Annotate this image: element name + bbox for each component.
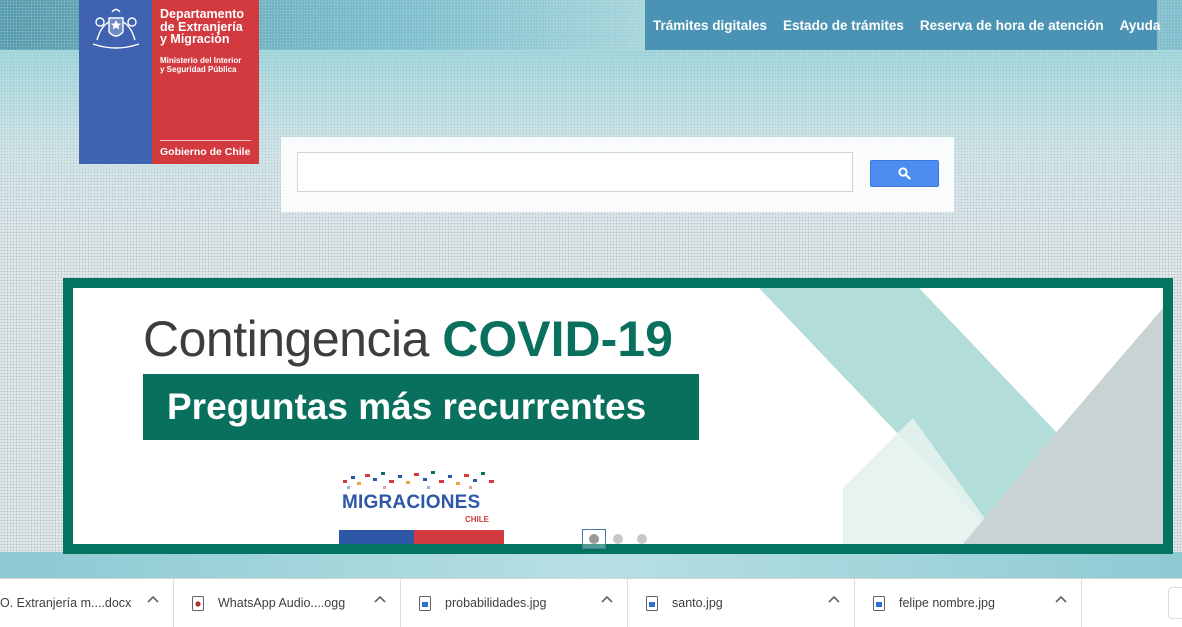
- migraciones-red-bar: [414, 530, 504, 544]
- banner-title-bold: COVID-19: [442, 311, 673, 367]
- logo-red-panel: Departamento de Extranjería y Migración …: [152, 0, 259, 164]
- chevron-up-icon[interactable]: [828, 595, 840, 605]
- download-item-1[interactable]: O. Extranjería m....docx: [0, 579, 174, 627]
- logo-ministry-line-1: Ministerio del Interior: [160, 56, 242, 65]
- search-icon: [898, 167, 911, 180]
- download-item-4-name: santo.jpg: [672, 596, 723, 610]
- carousel-dot-1[interactable]: [582, 529, 606, 549]
- chevron-up-icon[interactable]: [374, 595, 386, 605]
- download-item-5[interactable]: felipe nombre.jpg: [855, 579, 1082, 627]
- search-button[interactable]: [870, 160, 939, 187]
- download-item-1-name: O. Extranjería m....docx: [0, 596, 132, 610]
- download-item-2-name: WhatsApp Audio....ogg: [218, 596, 346, 610]
- logo-line-1: Departamento: [160, 7, 245, 21]
- migraciones-blue-bar: [339, 530, 414, 544]
- site-logo[interactable]: Departamento de Extranjería y Migración …: [79, 0, 259, 164]
- migraciones-wordmark: MIGRACIONES: [342, 492, 481, 513]
- banner-content: Contingencia COVID-19 Preguntas más recu…: [73, 288, 1163, 544]
- nav-tramites-digitales[interactable]: Trámites digitales: [653, 18, 767, 33]
- image-file-icon: [646, 595, 658, 611]
- search-box: [281, 137, 954, 212]
- logo-blue-panel: [79, 0, 152, 164]
- logo-ministry-line-2: y Seguridad Pública: [160, 65, 237, 74]
- carousel-indicators: [582, 529, 647, 549]
- background-bottom-band: [0, 552, 1182, 578]
- show-all-downloads-button[interactable]: [1168, 587, 1182, 619]
- logo-divider: [160, 140, 251, 141]
- banner-subtitle: Preguntas más recurrentes: [143, 374, 699, 440]
- chevron-up-icon[interactable]: [601, 595, 613, 605]
- chevron-up-icon[interactable]: [147, 595, 159, 605]
- banner-title: Contingencia COVID-19: [143, 310, 673, 368]
- download-item-5-name: felipe nombre.jpg: [899, 596, 995, 610]
- coat-of-arms-icon: [92, 8, 140, 49]
- carousel-dot-3[interactable]: [637, 534, 647, 544]
- logo-department-name: Departamento de Extranjería y Migración: [160, 8, 244, 46]
- download-item-2[interactable]: WhatsApp Audio....ogg: [174, 579, 401, 627]
- download-item-3-name: probabilidades.jpg: [445, 596, 547, 610]
- carousel-dot-1-mark: [589, 534, 599, 544]
- logo-line-3: y Migración: [160, 32, 230, 46]
- carousel-dot-2[interactable]: [613, 534, 623, 544]
- search-input[interactable]: [297, 152, 853, 192]
- migraciones-logo: MIGRACIONES CHILE: [339, 466, 505, 544]
- download-item-3[interactable]: probabilidades.jpg: [401, 579, 628, 627]
- covid-banner[interactable]: Contingencia COVID-19 Preguntas más recu…: [63, 278, 1173, 554]
- main-nav: Trámites digitales Estado de trámites Re…: [645, 0, 1160, 50]
- nav-estado-tramites[interactable]: Estado de trámites: [783, 18, 904, 33]
- nav-ayuda[interactable]: Ayuda: [1120, 18, 1161, 33]
- migraciones-dots-icon: [343, 471, 494, 489]
- nav-reserva-hora[interactable]: Reserva de hora de atención: [920, 18, 1104, 33]
- migraciones-country: CHILE: [465, 515, 489, 524]
- image-file-icon: [873, 595, 885, 611]
- logo-ministry: Ministerio del Interior y Seguridad Públ…: [160, 56, 241, 74]
- chevron-up-icon[interactable]: [1055, 595, 1067, 605]
- download-bar: O. Extranjería m....docx WhatsApp Audio.…: [0, 578, 1182, 627]
- image-file-icon: [419, 595, 431, 611]
- banner-title-plain: Contingencia: [143, 311, 443, 367]
- logo-government: Gobierno de Chile: [160, 146, 251, 158]
- download-item-4[interactable]: santo.jpg: [628, 579, 855, 627]
- audio-file-icon: [192, 595, 204, 611]
